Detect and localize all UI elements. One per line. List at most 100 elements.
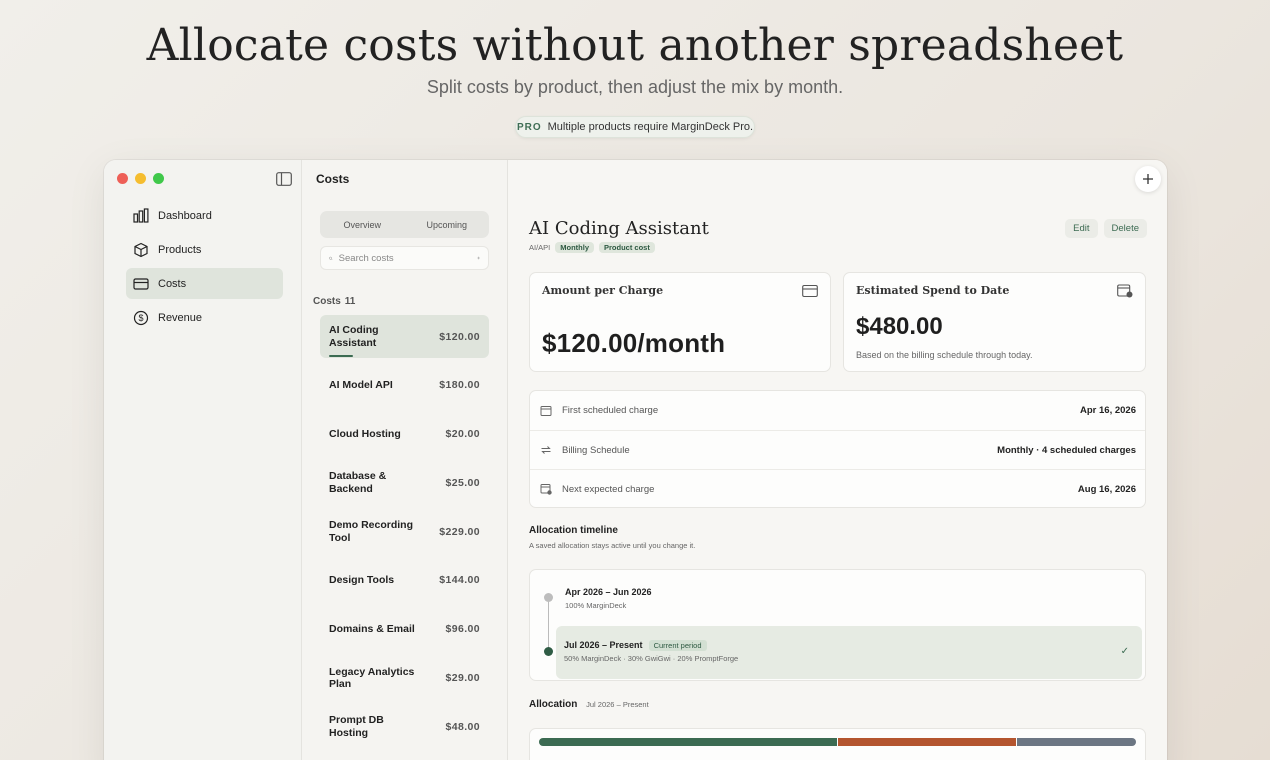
tab-overview[interactable]: Overview	[320, 220, 405, 230]
tab-upcoming[interactable]: Upcoming	[405, 220, 490, 230]
cost-name: AI Model API	[329, 379, 393, 392]
sidebar-item-label: Products	[158, 243, 202, 256]
credit-card-icon	[802, 284, 818, 298]
sidebar-item-label: Costs	[158, 277, 187, 290]
cost-name: Design Tools	[329, 574, 395, 587]
sidebar-item-revenue[interactable]: $ Revenue	[126, 302, 283, 333]
type-badge: Product cost	[599, 242, 655, 253]
minimize-window-button[interactable]	[135, 173, 146, 184]
search-icon	[329, 256, 333, 260]
close-window-button[interactable]	[117, 173, 128, 184]
selection-indicator	[329, 355, 353, 357]
cost-name: AI Coding Assistant	[329, 324, 379, 349]
cost-meta: AI/API Monthly Product cost	[529, 242, 655, 253]
estimated-spend-card: Estimated Spend to Date $480.00 Based on…	[843, 272, 1146, 372]
card-title: Amount per Charge	[542, 284, 664, 297]
hero-title: Allocate costs without another spreadshe…	[146, 20, 1124, 71]
bar-chart-icon	[133, 207, 149, 223]
info-value: Aug 16, 2026	[1077, 483, 1136, 495]
info-value: Apr 16, 2026	[1080, 405, 1136, 416]
allocation-title: Allocation Jul 2026 – Present	[529, 699, 649, 710]
cost-name: Cloud Hosting	[329, 427, 401, 440]
pro-notice: PRO Multiple products require MarginDeck…	[515, 116, 755, 138]
window-controls	[117, 173, 164, 184]
list-item[interactable]: Demo Recording Tool $229.00	[320, 510, 489, 553]
sidebar-item-costs[interactable]: Costs	[126, 268, 283, 299]
timeline-title: Allocation timeline	[529, 525, 618, 536]
zoom-window-button[interactable]	[153, 173, 164, 184]
sidebar-item-label: Revenue	[158, 311, 203, 324]
info-value: Monthly · 4 scheduled charges	[997, 444, 1136, 456]
section-label: Costs	[313, 296, 341, 307]
cost-name: Demo Recording Tool	[329, 519, 414, 544]
list-item[interactable]: Legacy Analytics Plan $29.00	[320, 657, 489, 700]
timeline-dot	[544, 593, 553, 602]
delete-button[interactable]: Delete	[1103, 219, 1147, 238]
card-title: Estimated Spend to Date	[856, 284, 1010, 297]
list-item[interactable]: Prompt DB Hosting $48.00	[320, 705, 489, 748]
search-input[interactable]	[338, 252, 471, 264]
cost-name: Domains & Email	[329, 623, 415, 636]
timeline-dot-active	[544, 647, 553, 656]
category-label: AI/API	[529, 243, 551, 252]
timeline-period[interactable]: Apr 2026 – Jun 2026 100% MarginDeck	[565, 587, 652, 610]
sidebar-item-products[interactable]: Products	[126, 234, 283, 265]
frequency-badge: Monthly	[555, 242, 595, 253]
allocation-card	[529, 728, 1146, 760]
current-period-badge: Current period	[648, 640, 707, 651]
period-split: 50% MarginDeck · 30% GwiGwi · 20% Prompt…	[564, 654, 739, 663]
search-box	[320, 246, 489, 270]
add-cost-icon[interactable]	[477, 253, 480, 263]
timeline-period-current[interactable]: Jul 2026 – Present Current period 50% Mar…	[556, 626, 1142, 679]
cost-list: AI Coding Assistant $120.00 AI Model API…	[320, 315, 489, 754]
section-count: 11	[344, 296, 356, 307]
info-label: Next expected charge	[562, 483, 655, 495]
cost-amount: $144.00	[439, 574, 480, 587]
pro-tag: PRO	[516, 121, 542, 133]
list-item[interactable]: AI Coding Assistant $120.00	[320, 315, 489, 358]
page-title: AI Coding Assistant	[529, 218, 709, 239]
allocation-segment	[1017, 738, 1136, 746]
allocation-bar	[539, 738, 1136, 746]
add-button[interactable]	[1135, 166, 1161, 192]
calendar-clock-icon	[1117, 284, 1133, 298]
period-range: Jul 2026 – Present	[564, 640, 643, 650]
plus-icon	[1143, 174, 1153, 184]
hero-subtitle: Split costs by product, then adjust the …	[426, 77, 844, 97]
calendar-clock-icon	[540, 484, 552, 495]
list-title: Costs	[316, 172, 350, 186]
cost-name: Database & Backend	[329, 470, 387, 495]
cost-amount: $180.00	[439, 379, 480, 392]
cost-amount: $120.00	[439, 330, 480, 343]
sidebar-item-dashboard[interactable]: Dashboard	[126, 200, 283, 231]
calendar-icon	[540, 405, 552, 416]
sidebar-nav: Dashboard Products Costs $ Revenue	[126, 200, 283, 336]
sidebar-toggle-icon[interactable]	[276, 172, 292, 186]
info-label: Billing Schedule	[562, 444, 630, 456]
sidebar: Dashboard Products Costs $ Revenue	[104, 160, 302, 760]
period-range: Apr 2026 – Jun 2026	[565, 587, 652, 597]
cost-amount: $96.00	[445, 623, 480, 636]
cost-name: Prompt DB Hosting	[329, 714, 384, 739]
app-window: Dashboard Products Costs $ Revenue Costs…	[104, 160, 1167, 760]
list-item[interactable]: Design Tools $144.00	[320, 559, 489, 602]
timeline-subtitle: A saved allocation stays active until yo…	[529, 541, 696, 550]
edit-button[interactable]: Edit	[1065, 219, 1098, 238]
dollar-circle-icon: $	[133, 310, 149, 325]
billing-schedule-row: Billing Schedule Monthly · 4 scheduled c…	[530, 430, 1145, 469]
list-item[interactable]: Cloud Hosting $20.00	[320, 413, 489, 456]
list-item[interactable]: Database & Backend $25.00	[320, 461, 489, 504]
period-split: 100% MarginDeck	[565, 601, 627, 610]
cost-detail: AI Coding Assistant AI/API Monthly Produ…	[508, 160, 1167, 760]
spend-value: $480.00	[856, 313, 943, 340]
list-item[interactable]: Domains & Email $96.00	[320, 608, 489, 651]
view-segmented-control: Overview Upcoming	[320, 211, 489, 238]
allocation-timeline-card: Apr 2026 – Jun 2026 100% MarginDeck Jul …	[529, 569, 1146, 681]
info-label: First scheduled charge	[562, 405, 659, 416]
check-icon: ✓	[1120, 646, 1129, 657]
list-item[interactable]: AI Model API $180.00	[320, 364, 489, 407]
credit-card-icon	[133, 277, 149, 290]
cost-amount: $229.00	[439, 525, 480, 538]
timeline-connector	[548, 598, 549, 650]
cost-amount: $29.00	[445, 672, 480, 685]
